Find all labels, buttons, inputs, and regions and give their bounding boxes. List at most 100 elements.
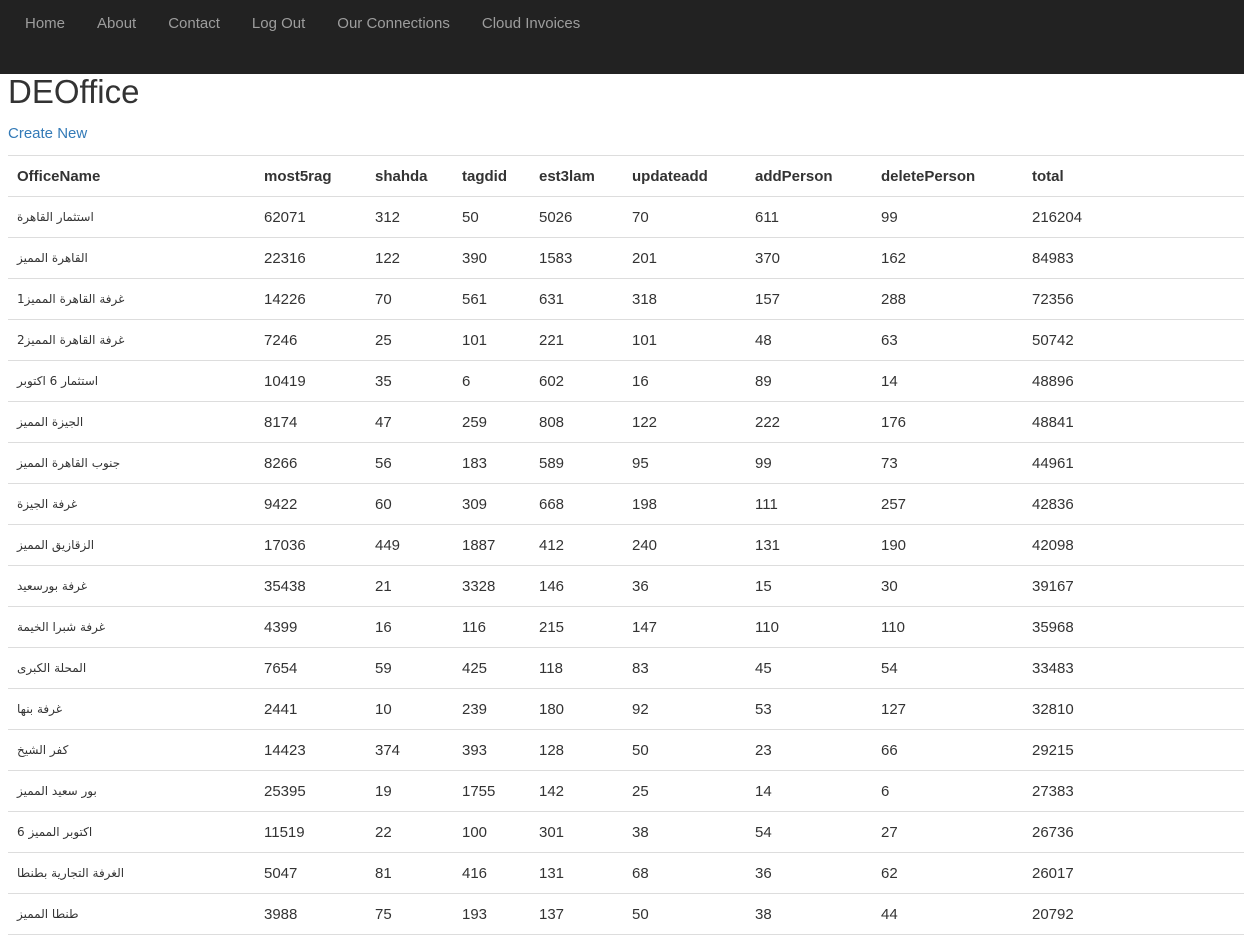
cell-most5rag: 8266 xyxy=(255,442,366,484)
cell-updateadd: 92 xyxy=(623,688,746,730)
cell-total: 20792 xyxy=(1023,893,1244,935)
cell-addperson: 157 xyxy=(746,278,872,320)
cell-most5rag: 22316 xyxy=(255,237,366,279)
office-name-text: طنطا المميز xyxy=(17,907,79,921)
cell-addperson: 222 xyxy=(746,401,872,443)
header-officename: OfficeName xyxy=(8,155,255,197)
cell-deleteperson: 62 xyxy=(872,852,1023,894)
office-name-text: غرفة شبرا الخيمة xyxy=(17,620,106,634)
cell-deleteperson: 63 xyxy=(872,319,1023,361)
table-row: غرفة بنها 2441 10 239 180 92 53 127 32810 xyxy=(8,688,1244,730)
header-updateadd: updateadd xyxy=(623,155,746,197)
nav-item-home: Home xyxy=(9,0,81,48)
office-name-text: استثمار القاهرة xyxy=(17,210,94,224)
cell-tagdid: 183 xyxy=(453,442,530,484)
cell-most5rag: 25395 xyxy=(255,770,366,812)
cell-addperson: 38 xyxy=(746,893,872,935)
cell-total: 29215 xyxy=(1023,729,1244,771)
cell-addperson: 611 xyxy=(746,196,872,238)
office-name-text: غرفة القاهرة المميز2 xyxy=(17,333,125,347)
cell-most5rag: 4399 xyxy=(255,606,366,648)
cell-total: 26736 xyxy=(1023,811,1244,853)
cell-shahda: 70 xyxy=(366,278,453,320)
cell-addperson: 23 xyxy=(746,729,872,771)
cell-updateadd: 70 xyxy=(623,196,746,238)
cell-officename: غرفة بنها xyxy=(8,688,255,730)
office-name-text: الزقازيق المميز xyxy=(17,538,95,552)
cell-shahda: 75 xyxy=(366,893,453,935)
cell-tagdid: 393 xyxy=(453,729,530,771)
cell-est3lam: 5026 xyxy=(530,196,623,238)
office-name-text: اكتوبر المميز 6 xyxy=(17,825,93,839)
cell-officename: استثمار 6 اكتوبر xyxy=(8,360,255,402)
cell-officename: الجيزة المميز xyxy=(8,401,255,443)
cell-deleteperson: 176 xyxy=(872,401,1023,443)
nav-link-about[interactable]: About xyxy=(81,0,152,48)
cell-est3lam: 142 xyxy=(530,770,623,812)
cell-updateadd: 95 xyxy=(623,442,746,484)
cell-tagdid: 100 xyxy=(453,811,530,853)
nav-link-our-connections[interactable]: Our Connections xyxy=(321,0,466,48)
nav-link-logout[interactable]: Log Out xyxy=(236,0,321,48)
cell-deleteperson: 66 xyxy=(872,729,1023,771)
cell-deleteperson: 27 xyxy=(872,811,1023,853)
cell-updateadd: 83 xyxy=(623,647,746,689)
table-row: القاهرة المميز 22316 122 390 1583 201 370 162 84… xyxy=(8,237,1244,279)
offices-table: OfficeName most5rag shahda tagdid est3la… xyxy=(8,155,1244,935)
cell-shahda: 122 xyxy=(366,237,453,279)
table-row: المحلة الكبرى 7654 59 425 118 83 45 54 33483 xyxy=(8,647,1244,689)
cell-est3lam: 301 xyxy=(530,811,623,853)
table-row: الزقازيق المميز 17036 449 1887 412 240 131 190 4… xyxy=(8,524,1244,566)
cell-addperson: 110 xyxy=(746,606,872,648)
cell-est3lam: 602 xyxy=(530,360,623,402)
cell-deleteperson: 288 xyxy=(872,278,1023,320)
cell-addperson: 48 xyxy=(746,319,872,361)
cell-est3lam: 118 xyxy=(530,647,623,689)
cell-total: 84983 xyxy=(1023,237,1244,279)
cell-deleteperson: 190 xyxy=(872,524,1023,566)
cell-tagdid: 259 xyxy=(453,401,530,443)
cell-addperson: 45 xyxy=(746,647,872,689)
cell-officename: غرفة القاهرة المميز1 xyxy=(8,278,255,320)
cell-tagdid: 116 xyxy=(453,606,530,648)
table-row: غرفة بورسعيد 35438 21 3328 146 36 15 30 39167 xyxy=(8,565,1244,607)
cell-est3lam: 146 xyxy=(530,565,623,607)
nav-menu: Home About Contact Log Out Our Connectio… xyxy=(0,0,1244,48)
cell-deleteperson: 99 xyxy=(872,196,1023,238)
cell-est3lam: 221 xyxy=(530,319,623,361)
cell-est3lam: 137 xyxy=(530,893,623,935)
nav-item-cloud-invoices: Cloud Invoices xyxy=(466,0,596,48)
cell-most5rag: 10419 xyxy=(255,360,366,402)
office-name-text: غرفة الجيزة xyxy=(17,497,78,511)
nav-link-home[interactable]: Home xyxy=(9,0,81,48)
cell-deleteperson: 54 xyxy=(872,647,1023,689)
cell-officename: غرفة القاهرة المميز2 xyxy=(8,319,255,361)
table-row: استثمار 6 اكتوبر 10419 35 6 602 16 89 14 48896 xyxy=(8,360,1244,402)
cell-most5rag: 8174 xyxy=(255,401,366,443)
cell-updateadd: 38 xyxy=(623,811,746,853)
cell-est3lam: 631 xyxy=(530,278,623,320)
table-row: استثمار القاهرة 62071 312 50 5026 70 611 99 2162… xyxy=(8,196,1244,238)
cell-tagdid: 101 xyxy=(453,319,530,361)
cell-deleteperson: 73 xyxy=(872,442,1023,484)
header-tagdid: tagdid xyxy=(453,155,530,197)
cell-est3lam: 589 xyxy=(530,442,623,484)
cell-most5rag: 7246 xyxy=(255,319,366,361)
nav-link-cloud-invoices[interactable]: Cloud Invoices xyxy=(466,0,596,48)
header-total: total xyxy=(1023,155,1244,197)
create-new-link[interactable]: Create New xyxy=(8,124,87,144)
cell-total: 44961 xyxy=(1023,442,1244,484)
cell-officename: اكتوبر المميز 6 xyxy=(8,811,255,853)
cell-shahda: 312 xyxy=(366,196,453,238)
nav-link-contact[interactable]: Contact xyxy=(152,0,236,48)
cell-est3lam: 128 xyxy=(530,729,623,771)
cell-shahda: 25 xyxy=(366,319,453,361)
table-row: غرفة القاهرة المميز2 7246 25 101 221 101 48 63 5… xyxy=(8,319,1244,361)
cell-deleteperson: 257 xyxy=(872,483,1023,525)
header-addperson: addPerson xyxy=(746,155,872,197)
cell-tagdid: 239 xyxy=(453,688,530,730)
header-row: OfficeName most5rag shahda tagdid est3la… xyxy=(8,155,1244,197)
cell-shahda: 81 xyxy=(366,852,453,894)
cell-updateadd: 201 xyxy=(623,237,746,279)
cell-addperson: 370 xyxy=(746,237,872,279)
